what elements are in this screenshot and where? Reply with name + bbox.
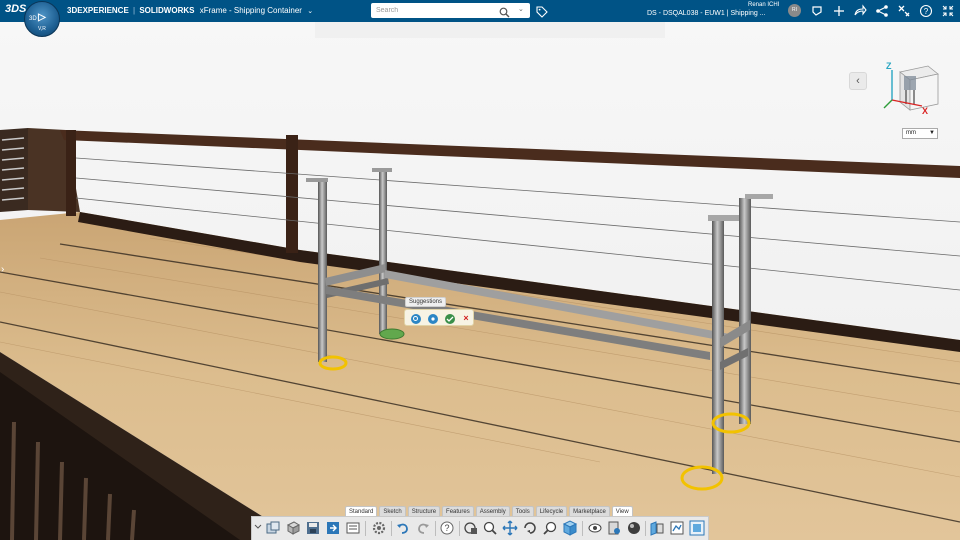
brand-solidworks: SOLIDWORKS [139, 6, 195, 15]
redo-icon[interactable] [415, 520, 431, 536]
appearance-icon[interactable] [606, 520, 622, 536]
suggestions-toolbar: × [404, 309, 474, 326]
tab-view[interactable]: View [611, 506, 633, 516]
replace-icon[interactable] [325, 520, 341, 536]
toolbar-separator [365, 521, 366, 536]
tab-structure[interactable]: Structure [407, 506, 441, 516]
help-icon[interactable]: ? [919, 4, 933, 18]
axis-z-label: Z [886, 61, 892, 71]
avatar[interactable]: RI [788, 4, 801, 17]
render-sphere-icon[interactable] [626, 520, 642, 536]
app-title[interactable]: 3DEXPERIENCE | SOLIDWORKS xFrame - Shipp… [67, 6, 313, 15]
hide-show-icon[interactable] [587, 520, 603, 536]
units-dropdown[interactable]: mm ▼ [902, 128, 938, 139]
fullscreen-exit-icon[interactable] [941, 4, 955, 18]
chevron-down-icon[interactable]: ⌄ [307, 8, 313, 15]
tab-features[interactable]: Features [442, 506, 474, 516]
suggestion-close-icon[interactable]: × [460, 312, 472, 324]
top-bar: 3DS 3DEXPERIENCE | SOLIDWORKS xFrame - S… [0, 0, 960, 22]
compass-play-icon[interactable]: ▷ [25, 12, 59, 23]
compass-widget[interactable]: 3D ▷ V,R [24, 1, 60, 37]
side-panel-expand-icon[interactable]: › [1, 264, 4, 275]
add-icon[interactable] [832, 4, 846, 18]
tab-standard[interactable]: Standard [345, 506, 378, 516]
railing-post [286, 135, 298, 253]
bookmark-icon[interactable] [810, 4, 824, 18]
help-icon[interactable]: ? [439, 520, 455, 536]
svg-text:?: ? [444, 523, 449, 533]
part-icon[interactable] [285, 520, 301, 536]
save-icon[interactable] [305, 520, 321, 536]
document-title: xFrame - Shipping Container [199, 6, 302, 15]
tab-marketplace[interactable]: Marketplace [569, 506, 610, 516]
user-name: Renan ICHI [748, 2, 780, 8]
search-options-chevron-icon[interactable]: ⌄ [518, 5, 524, 13]
view-cube[interactable]: Z X [880, 60, 942, 122]
toolbar-separator [391, 521, 392, 536]
3d-viewport[interactable]: › ‹ Z X mm ▼ Suggestions × [0, 22, 960, 540]
rotate-icon[interactable] [522, 520, 538, 536]
section-view-icon[interactable] [649, 520, 665, 536]
context-label[interactable]: DS - DSQAL038 - EUW1 | Shipping ... [647, 10, 766, 17]
apps-tools-icon[interactable] [897, 4, 911, 18]
zoom-icon[interactable] [482, 520, 498, 536]
share-network-icon[interactable] [875, 4, 889, 18]
toolbar-separator [582, 521, 583, 536]
suggestion-help-icon[interactable] [427, 312, 439, 324]
pan-icon[interactable] [502, 520, 518, 536]
dropdown-arrow-icon[interactable]: ▼ [929, 129, 935, 138]
lock-view-icon[interactable] [463, 520, 479, 536]
fit-all-icon[interactable] [689, 520, 705, 536]
units-value: mm [906, 130, 916, 136]
brand-separator: | [133, 6, 136, 15]
toolbar-separator [459, 521, 460, 536]
scene-render [0, 22, 960, 540]
search-input[interactable] [376, 4, 494, 17]
collapse-panel-button[interactable]: ‹ [849, 72, 867, 90]
selected-foot [379, 328, 405, 340]
axis-x-label: X [922, 106, 928, 116]
share-forward-icon[interactable] [853, 4, 867, 18]
toolbar-separator [645, 521, 646, 536]
undo-icon[interactable] [395, 520, 411, 536]
tag-icon[interactable] [536, 5, 548, 18]
suggestion-accept-icon[interactable] [444, 312, 456, 324]
suggestions-label: Suggestions [405, 297, 447, 307]
display-settings-icon[interactable] [669, 520, 685, 536]
svg-text:?: ? [924, 7, 929, 16]
search-icon[interactable] [499, 5, 510, 18]
search-box[interactable]: ⌄ [371, 3, 530, 18]
settings-gear-icon[interactable] [371, 520, 387, 536]
compass-bottom-label: V,R [38, 26, 46, 32]
toolbar-separator [435, 521, 436, 536]
tab-tools[interactable]: Tools [511, 506, 534, 516]
brand-3dexperience: 3DEXPERIENCE [67, 6, 129, 15]
zoom-area-icon[interactable] [542, 520, 558, 536]
action-bar-tabs: Standard Sketch Structure Features Assem… [345, 506, 635, 516]
tab-assembly[interactable]: Assembly [475, 506, 510, 516]
new-component-icon[interactable] [265, 520, 281, 536]
properties-icon[interactable] [345, 520, 361, 536]
suggestion-search-icon[interactable] [410, 312, 422, 324]
view-cube-icon[interactable] [562, 520, 578, 536]
tab-sketch[interactable]: Sketch [379, 506, 406, 516]
tab-lifecycle[interactable]: Lifecycle [535, 506, 568, 516]
action-bar-expand-icon[interactable] [254, 520, 262, 536]
ds-logo: 3DS [5, 3, 27, 15]
action-bar: ? [251, 516, 709, 540]
